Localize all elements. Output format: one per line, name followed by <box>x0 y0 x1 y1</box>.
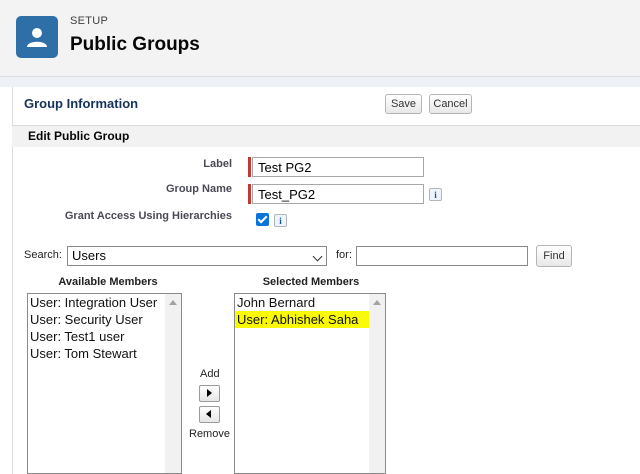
scroll-up-icon[interactable] <box>169 300 177 305</box>
info-icon[interactable]: i <box>429 188 442 201</box>
required-indicator <box>248 157 251 177</box>
arrow-left-icon <box>206 410 211 418</box>
user-icon <box>16 16 58 58</box>
search-for-input[interactable] <box>356 246 528 266</box>
list-item[interactable]: User: Integration User <box>28 294 181 311</box>
list-item[interactable]: User: Test1 user <box>28 328 181 345</box>
cancel-button[interactable]: Cancel <box>429 94 472 114</box>
required-indicator <box>248 184 251 204</box>
setup-eyebrow: SETUP <box>70 15 109 27</box>
selected-members-list[interactable]: John Bernard User: Abhishek Saha <box>234 293 386 474</box>
page-block-title: Group Information <box>24 96 139 111</box>
search-type-select[interactable]: Users <box>67 246 327 266</box>
save-button[interactable]: Save <box>385 94 422 114</box>
list-item-highlighted[interactable]: User: Abhishek Saha <box>235 311 369 328</box>
list-item[interactable]: User: Tom Stewart <box>28 345 181 362</box>
find-button[interactable]: Find <box>536 245 572 267</box>
remove-button[interactable] <box>199 406 220 423</box>
selected-members-title: Selected Members <box>262 276 360 288</box>
group-name-field-label: Group Name <box>165 183 232 195</box>
add-button[interactable] <box>199 385 220 402</box>
grant-access-label: Grant Access Using Hierarchies <box>64 210 232 222</box>
arrow-right-icon <box>207 389 212 397</box>
search-type-value: Users <box>72 248 106 263</box>
scroll-up-icon[interactable] <box>373 300 381 305</box>
label-field-label: Label <box>203 158 232 170</box>
list-item[interactable]: User: Security User <box>28 311 181 328</box>
remove-label: Remove <box>189 428 230 440</box>
setup-header: SETUP Public Groups <box>0 0 640 77</box>
page-title: Public Groups <box>70 34 200 55</box>
available-members-list[interactable]: User: Integration User User: Security Us… <box>27 293 182 474</box>
section-title: Edit Public Group <box>28 129 130 143</box>
for-label: for: <box>336 249 352 261</box>
label-input[interactable] <box>252 157 424 177</box>
info-icon[interactable]: i <box>274 214 287 227</box>
grant-access-checkbox[interactable] <box>256 213 269 226</box>
group-name-input[interactable] <box>252 184 424 204</box>
search-label: Search: <box>24 249 62 261</box>
add-label: Add <box>200 368 220 380</box>
section-header: Edit Public Group <box>12 125 640 147</box>
list-item[interactable]: John Bernard <box>235 294 385 311</box>
available-members-title: Available Members <box>58 276 158 288</box>
chevron-down-icon <box>312 251 323 262</box>
header-divider <box>0 77 640 87</box>
scrollbar[interactable] <box>369 294 385 473</box>
scrollbar[interactable] <box>165 294 181 473</box>
